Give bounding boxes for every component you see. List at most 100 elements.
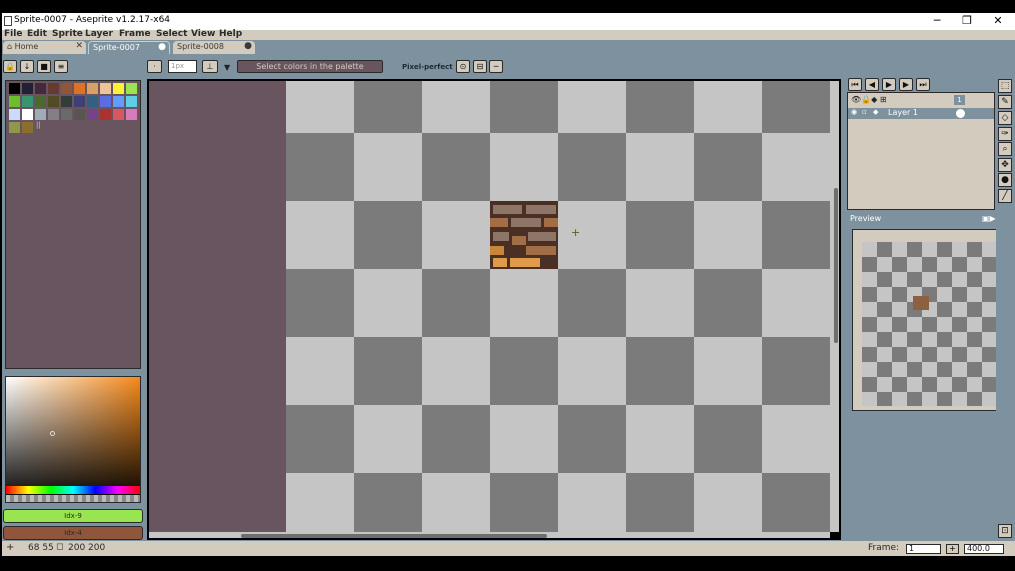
layer-row[interactable]: ◉ ▫ ◆ Layer 1 [848,108,994,119]
menu-sprite[interactable]: Sprite [52,29,83,39]
tab-home[interactable]: ⌂ Home ✕ [3,41,86,54]
palette-swatch[interactable] [22,96,33,107]
palette-swatch[interactable] [9,122,20,133]
tab-modified-icon[interactable]: ● [244,41,252,51]
brick [490,246,504,255]
tab-sprite-0008[interactable]: Sprite-0008 ● [173,41,255,54]
palette-swatch[interactable] [22,109,33,120]
palette-swatch[interactable] [48,83,59,94]
first-frame-icon[interactable]: ⏮ [848,78,862,91]
eraser-icon[interactable]: ◇ [998,111,1012,125]
palette-swatch[interactable] [113,83,124,94]
restore-button[interactable]: ❐ [952,13,982,30]
layer-name[interactable]: Layer 1 [888,108,918,117]
add-frame-icon[interactable]: + [946,544,959,554]
palette-swatch[interactable] [35,83,46,94]
palette-swatch[interactable] [126,109,137,120]
line-icon[interactable]: ╱ [998,189,1012,203]
close-button[interactable]: ✕ [983,13,1013,30]
palette-swatch[interactable] [126,83,137,94]
palette-swatch[interactable] [74,96,85,107]
timeline-header-icons: 👁🔒◆ ⊞ [851,95,887,104]
palette-swatch[interactable] [126,96,137,107]
palette-swatch[interactable] [48,109,59,120]
palette-presets-icon[interactable]: ■ [37,60,51,73]
marquee-icon[interactable]: ⬚ [998,79,1012,93]
fit-screen-icon[interactable]: ⊡ [998,524,1012,538]
brush-type-button[interactable]: · [147,60,162,73]
next-frame-icon[interactable]: ▶ [899,78,913,91]
menu-help[interactable]: Help [219,29,242,39]
horizontal-scroll-thumb[interactable] [241,534,547,538]
menu-edit[interactable]: Edit [27,29,47,39]
vertical-scroll-thumb[interactable] [834,188,838,343]
palette-swatch[interactable] [74,109,85,120]
palette-swatch[interactable] [74,83,85,94]
bucket-icon[interactable]: ● [998,173,1012,187]
eyedropper-icon[interactable]: ✑ [998,127,1012,141]
last-frame-icon[interactable]: ⏭ [916,78,930,91]
palette-swatch[interactable] [9,83,20,94]
palette-swatch[interactable] [113,96,124,107]
palette-swatch[interactable] [22,122,33,133]
play-icon[interactable]: ▶ [882,78,896,91]
palette-swatch[interactable] [35,109,46,120]
cel-icon[interactable] [956,109,965,118]
zoom-icon[interactable]: ⌕ [998,142,1012,156]
palette-swatch[interactable] [61,109,72,120]
palette-swatch[interactable] [87,96,98,107]
palette-swatch[interactable] [61,96,72,107]
brush-size-field[interactable]: 1px [168,60,197,73]
palette-swatch[interactable] [61,83,72,94]
symmetry-v-icon[interactable]: ─ [489,60,503,73]
color-picker[interactable] [5,376,141,503]
alpha-slider[interactable] [6,495,140,502]
continuous-icon[interactable]: ◆ [873,108,878,116]
tab-bar: ⌂ Home ✕ Sprite-0007 ● Sprite-0008 ● [2,40,1015,54]
foreground-color-button[interactable]: Idx-9 [3,509,143,523]
menu-layer[interactable]: Layer [85,29,113,39]
palette-swatch[interactable] [100,109,111,120]
palette-options-icon[interactable]: ≡ [54,60,68,73]
palette-swatch[interactable] [100,83,111,94]
minimize-button[interactable]: ─ [922,13,952,30]
hue-slider[interactable] [6,486,140,494]
previous-frame-icon[interactable]: ◀ [865,78,879,91]
palette-swatch[interactable] [48,96,59,107]
pixel-perfect-label[interactable]: Pixel-perfect [402,63,453,71]
palette-swatch[interactable] [22,83,33,94]
menu-view[interactable]: View [191,29,215,39]
symmetry-icon[interactable]: ⊙ [456,60,470,73]
zoom-field[interactable]: 400.0 [964,544,1004,554]
frame-header[interactable]: 1 [954,95,965,105]
menu-select[interactable]: Select [156,29,187,39]
background-color-button[interactable]: Idx-4 [3,526,143,540]
palette-sort-icon[interactable]: ↓ [20,60,34,73]
palette-swatch[interactable] [87,109,98,120]
palette-swatch[interactable] [100,96,111,107]
menu-bar: File Edit Sprite Layer Frame Select View… [2,29,1015,40]
pencil-icon[interactable]: ✎ [998,95,1012,109]
selection-size-icon: ◻ [56,542,64,552]
palette-swatch[interactable] [9,96,20,107]
menu-frame[interactable]: Frame [119,29,151,39]
palette-swatch[interactable] [35,96,46,107]
menu-file[interactable]: File [4,29,22,39]
chevron-down-icon[interactable]: ▼ [224,63,230,72]
symmetry-h-icon[interactable]: ⊟ [473,60,487,73]
tab-sprite-0007[interactable]: Sprite-0007 ● [88,41,170,54]
palette-swatch[interactable] [87,83,98,94]
lock-icon[interactable]: 🔒 [3,60,17,73]
palette-swatch[interactable] [113,109,124,120]
lock-layer-icon[interactable]: ▫ [862,108,867,116]
canvas[interactable] [286,81,830,532]
move-icon[interactable]: ✥ [998,158,1012,172]
tab-modified-icon[interactable]: ● [158,42,166,52]
preview-canvas[interactable] [862,242,1007,406]
tab-close-icon[interactable]: ✕ [75,41,83,51]
ink-icon[interactable]: ⊥ [202,60,218,73]
home-icon: ⌂ [7,42,15,51]
visibility-icon[interactable]: ◉ [851,108,857,116]
frame-field[interactable]: 1 [906,544,941,554]
palette-swatch[interactable] [9,109,20,120]
